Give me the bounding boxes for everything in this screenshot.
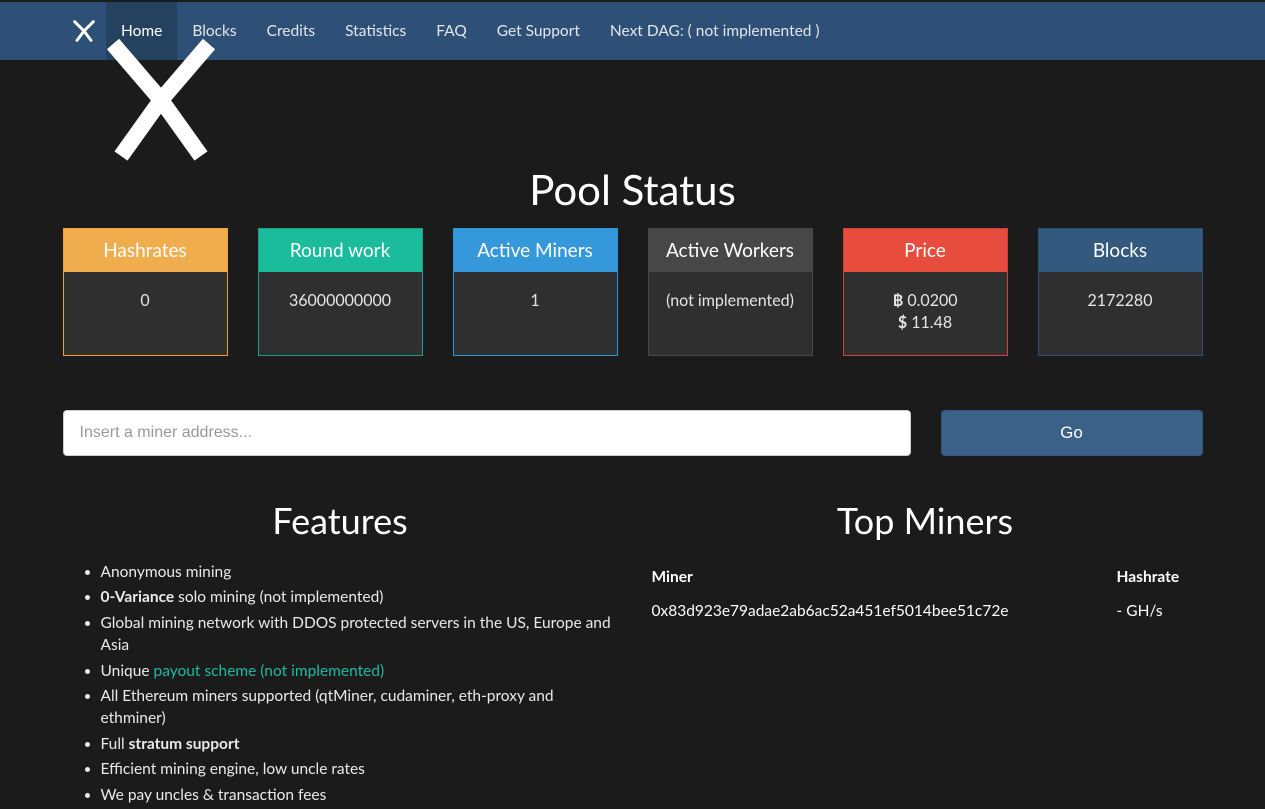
top-miners-heading: Top Miners	[648, 498, 1203, 542]
card-blocks-title: Blocks	[1039, 229, 1202, 272]
col-hashrate: Hashrate	[1113, 560, 1203, 594]
nav-statistics[interactable]: Statistics	[330, 2, 421, 60]
price-usd: 11.48	[907, 313, 952, 332]
card-price: Price ฿ 0.0200 $ 11.48	[843, 228, 1008, 356]
nav-get-support[interactable]: Get Support	[482, 2, 595, 60]
nav-faq[interactable]: FAQ	[421, 2, 481, 60]
nav-credits[interactable]: Credits	[252, 2, 330, 60]
col-miner: Miner	[648, 560, 1113, 594]
price-btc: 0.0200	[903, 291, 957, 310]
miner-address-input[interactable]	[63, 410, 911, 456]
feature-item: We pay uncles & transaction fees	[101, 783, 618, 809]
feature-item: Anonymous mining	[101, 560, 618, 586]
feature-item: Efficient mining engine, low uncle rates	[101, 757, 618, 783]
hammer-pick-large-icon	[81, 20, 241, 180]
feature-text: Unique	[101, 662, 154, 680]
card-active-workers-title: Active Workers	[649, 229, 812, 272]
feature-bold: 0-Variance	[101, 588, 175, 606]
table-row: 0x83d923e79adae2ab6ac52a451ef5014bee51c7…	[648, 594, 1203, 628]
feature-text: Full	[101, 735, 129, 753]
search-row: Go	[63, 410, 1203, 456]
feature-text: solo mining (not implemented)	[174, 588, 383, 606]
card-roundwork: Round work 36000000000	[258, 228, 423, 356]
payout-scheme-link[interactable]: payout scheme (not implemented)	[154, 662, 385, 680]
card-active-miners-title: Active Miners	[454, 229, 617, 272]
card-hashrates-value: 0	[64, 272, 227, 332]
stats-cards: Hashrates 0 Round work 36000000000 Activ…	[63, 228, 1203, 356]
card-active-workers: Active Workers (not implemented)	[648, 228, 813, 356]
card-hashrates-title: Hashrates	[64, 229, 227, 272]
features-list: Anonymous mining 0-Variance solo mining …	[63, 560, 618, 809]
card-active-miners: Active Miners 1	[453, 228, 618, 356]
bitcoin-icon: ฿	[892, 291, 903, 310]
feature-item: All Ethereum miners supported (qtMiner, …	[101, 684, 618, 731]
miner-address: 0x83d923e79adae2ab6ac52a451ef5014bee51c7…	[648, 594, 1113, 628]
features-section: Features Anonymous mining 0-Variance sol…	[63, 498, 618, 809]
card-blocks: Blocks 2172280	[1038, 228, 1203, 356]
feature-item: Global mining network with DDOS protecte…	[101, 611, 618, 658]
card-price-title: Price	[844, 229, 1007, 272]
card-roundwork-title: Round work	[259, 229, 422, 272]
features-heading: Features	[63, 498, 618, 542]
feature-bold: stratum support	[129, 735, 240, 753]
feature-item: Unique payout scheme (not implemented)	[101, 659, 618, 685]
card-blocks-value: 2172280	[1039, 272, 1202, 332]
dollar-icon: $	[898, 313, 907, 332]
feature-item: 0-Variance solo mining (not implemented)	[101, 585, 618, 611]
top-miners-table: Miner Hashrate 0x83d923e79adae2ab6ac52a4…	[648, 560, 1203, 628]
card-price-value: ฿ 0.0200 $ 11.48	[844, 272, 1007, 355]
feature-item: Full stratum support	[101, 732, 618, 758]
card-hashrates: Hashrates 0	[63, 228, 228, 356]
card-active-miners-value: 1	[454, 272, 617, 332]
top-miners-section: Top Miners Miner Hashrate 0x83d923e79ada…	[648, 498, 1203, 809]
go-button[interactable]: Go	[941, 410, 1203, 456]
hero-logo	[63, 60, 1203, 132]
nav-next-dag[interactable]: Next DAG: ( not implemented )	[595, 2, 835, 60]
card-active-workers-value: (not implemented)	[649, 272, 812, 332]
miner-hashrate: - GH/s	[1113, 594, 1203, 628]
card-roundwork-value: 36000000000	[259, 272, 422, 332]
